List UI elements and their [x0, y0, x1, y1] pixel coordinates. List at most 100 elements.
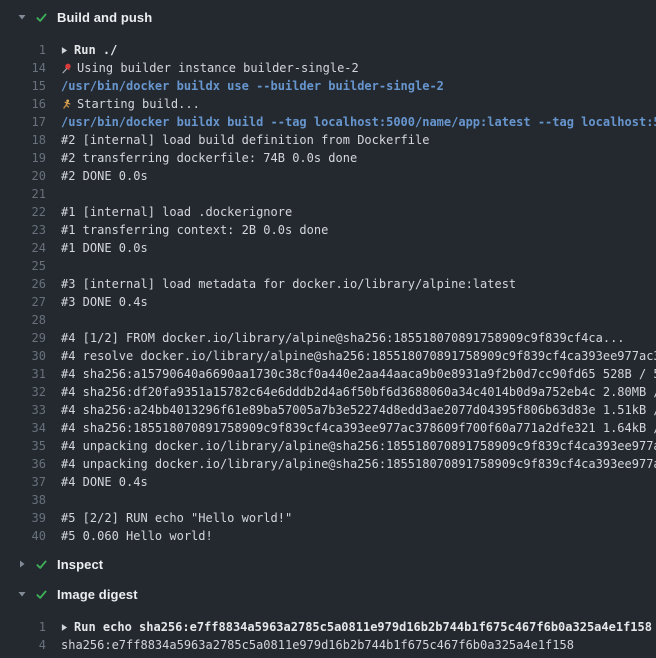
log-line: 1 Run ./ — [0, 41, 656, 59]
log-text-content: #4 unpacking docker.io/library/alpine@sh… — [61, 455, 656, 473]
log-text-content: #3 DONE 0.4s — [61, 293, 148, 311]
line-number[interactable]: 30 — [0, 347, 46, 365]
line-number[interactable]: 32 — [0, 383, 46, 401]
line-number[interactable]: 1 — [0, 618, 46, 636]
log-text — [46, 257, 656, 275]
log-text: #1 DONE 0.0s — [46, 239, 656, 257]
section-header[interactable]: Build and push — [0, 6, 656, 28]
line-number[interactable]: 22 — [0, 203, 46, 221]
line-number[interactable]: 21 — [0, 185, 46, 203]
log-text-content: /usr/bin/docker buildx use --builder bui… — [61, 77, 444, 95]
log-text-content: #3 [internal] load metadata for docker.i… — [61, 275, 516, 293]
log-line: 16 Starting build... — [0, 95, 656, 113]
line-number[interactable]: 39 — [0, 509, 46, 527]
line-number[interactable]: 29 — [0, 329, 46, 347]
section-title: Image digest — [57, 587, 138, 602]
log-text: /usr/bin/docker buildx use --builder bui… — [46, 77, 656, 95]
log-text: Starting build... — [46, 95, 656, 113]
success-check-icon — [35, 11, 48, 24]
log-line: 17/usr/bin/docker buildx build --tag loc… — [0, 113, 656, 131]
line-number[interactable]: 23 — [0, 221, 46, 239]
log-text: #4 [1/2] FROM docker.io/library/alpine@s… — [46, 329, 656, 347]
section-title: Build and push — [57, 10, 152, 25]
log-text-content: #2 [internal] load build definition from… — [61, 131, 429, 149]
line-number[interactable]: 24 — [0, 239, 46, 257]
line-number[interactable]: 27 — [0, 293, 46, 311]
log-section: Inspect — [0, 553, 656, 575]
log-line: 22#1 [internal] load .dockerignore — [0, 203, 656, 221]
line-number[interactable]: 25 — [0, 257, 46, 275]
log-text — [46, 311, 656, 329]
line-number[interactable]: 35 — [0, 437, 46, 455]
log-text: #2 transferring dockerfile: 74B 0.0s don… — [46, 149, 656, 167]
log-line: 25 — [0, 257, 656, 275]
section-title: Inspect — [57, 557, 103, 572]
log-text: #5 0.060 Hello world! — [46, 527, 656, 545]
log-text-content: Run ./ — [74, 41, 117, 59]
log-section: Build and push1Run ./14Using builder ins… — [0, 6, 656, 545]
log-text-content: #4 sha256:185518070891758909c9f839cf4ca3… — [61, 419, 656, 437]
log-text-content: Starting build... — [77, 95, 200, 113]
log-text: #4 DONE 0.4s — [46, 473, 656, 491]
line-number[interactable]: 16 — [0, 95, 46, 113]
line-number[interactable]: 33 — [0, 401, 46, 419]
line-number[interactable]: 4 — [0, 636, 46, 654]
line-number[interactable]: 36 — [0, 455, 46, 473]
workflow-log-viewer: Build and push1Run ./14Using builder ins… — [0, 0, 656, 658]
line-number[interactable]: 40 — [0, 527, 46, 545]
line-number[interactable]: 15 — [0, 77, 46, 95]
log-text: #1 [internal] load .dockerignore — [46, 203, 656, 221]
log-line: 30#4 resolve docker.io/library/alpine@sh… — [0, 347, 656, 365]
chevron-right-icon[interactable] — [17, 559, 27, 569]
log-line: 4 sha256:e7ff8834a5963a2785c5a0811e979d16… — [0, 636, 656, 654]
line-number[interactable]: 18 — [0, 131, 46, 149]
line-number[interactable]: 20 — [0, 167, 46, 185]
line-number[interactable]: 17 — [0, 113, 46, 131]
log-line: 24#1 DONE 0.0s — [0, 239, 656, 257]
log-text: Using builder instance builder-single-2 — [46, 59, 656, 77]
log-line: 14Using builder instance builder-single-… — [0, 59, 656, 77]
success-check-icon — [35, 588, 48, 601]
log-text: #3 DONE 0.4s — [46, 293, 656, 311]
log-text-content: Run echo sha256:e7ff8834a5963a2785c5a081… — [74, 618, 652, 636]
line-number[interactable]: 37 — [0, 473, 46, 491]
log-text: #5 [2/2] RUN echo "Hello world!" — [46, 509, 656, 527]
log-line: 36 #4 unpacking docker.io/library/alpine@… — [0, 455, 656, 473]
log-section: Image digest 1 Run echo sha256:e7ff8834a59… — [0, 583, 656, 654]
expand-arrow-icon[interactable] — [61, 44, 68, 56]
line-number[interactable]: 1 — [0, 41, 46, 59]
line-number[interactable]: 38 — [0, 491, 46, 509]
log-line: 39 #5 [2/2] RUN echo "Hello world!" — [0, 509, 656, 527]
log-line: 31#4 sha256:a15790640a6690aa1730c38cf0a4… — [0, 365, 656, 383]
log-line: 18 #2 [internal] load build definition fr… — [0, 131, 656, 149]
log-text: #3 [internal] load metadata for docker.i… — [46, 275, 656, 293]
section-header[interactable]: Inspect — [0, 553, 656, 575]
chevron-down-icon[interactable] — [17, 12, 27, 22]
line-number[interactable]: 14 — [0, 59, 46, 77]
log-text: #4 sha256:a15790640a6690aa1730c38cf0a440… — [46, 365, 656, 383]
line-number[interactable]: 19 — [0, 149, 46, 167]
success-check-icon — [35, 558, 48, 571]
log-text: #4 sha256:185518070891758909c9f839cf4ca3… — [46, 419, 656, 437]
log-text-content: #4 [1/2] FROM docker.io/library/alpine@s… — [61, 329, 625, 347]
section-log-body: 1Run ./14Using builder instance builder-… — [0, 28, 656, 545]
log-line: 29 #4 [1/2] FROM docker.io/library/alpine… — [0, 329, 656, 347]
log-line: 21 — [0, 185, 656, 203]
chevron-down-icon[interactable] — [17, 589, 27, 599]
log-text-content: #5 0.060 Hello world! — [61, 527, 213, 545]
line-number[interactable]: 31 — [0, 365, 46, 383]
runner-icon — [61, 98, 72, 110]
log-text-content: #5 [2/2] RUN echo "Hello world!" — [61, 509, 292, 527]
log-text: sha256:e7ff8834a5963a2785c5a0811e979d16b… — [46, 636, 656, 654]
section-header[interactable]: Image digest — [0, 583, 656, 605]
line-number[interactable]: 28 — [0, 311, 46, 329]
log-text-content: sha256:e7ff8834a5963a2785c5a0811e979d16b… — [61, 636, 574, 654]
log-line: 23#1 transferring context: 2B 0.0s done — [0, 221, 656, 239]
line-number[interactable]: 26 — [0, 275, 46, 293]
expand-arrow-icon[interactable] — [61, 621, 68, 633]
log-text: #4 unpacking docker.io/library/alpine@sh… — [46, 455, 656, 473]
log-text-content: #2 transferring dockerfile: 74B 0.0s don… — [61, 149, 357, 167]
log-line: 1 Run echo sha256:e7ff8834a5963a2785c5a08… — [0, 618, 656, 636]
log-text: Run echo sha256:e7ff8834a5963a2785c5a081… — [46, 618, 656, 636]
line-number[interactable]: 34 — [0, 419, 46, 437]
